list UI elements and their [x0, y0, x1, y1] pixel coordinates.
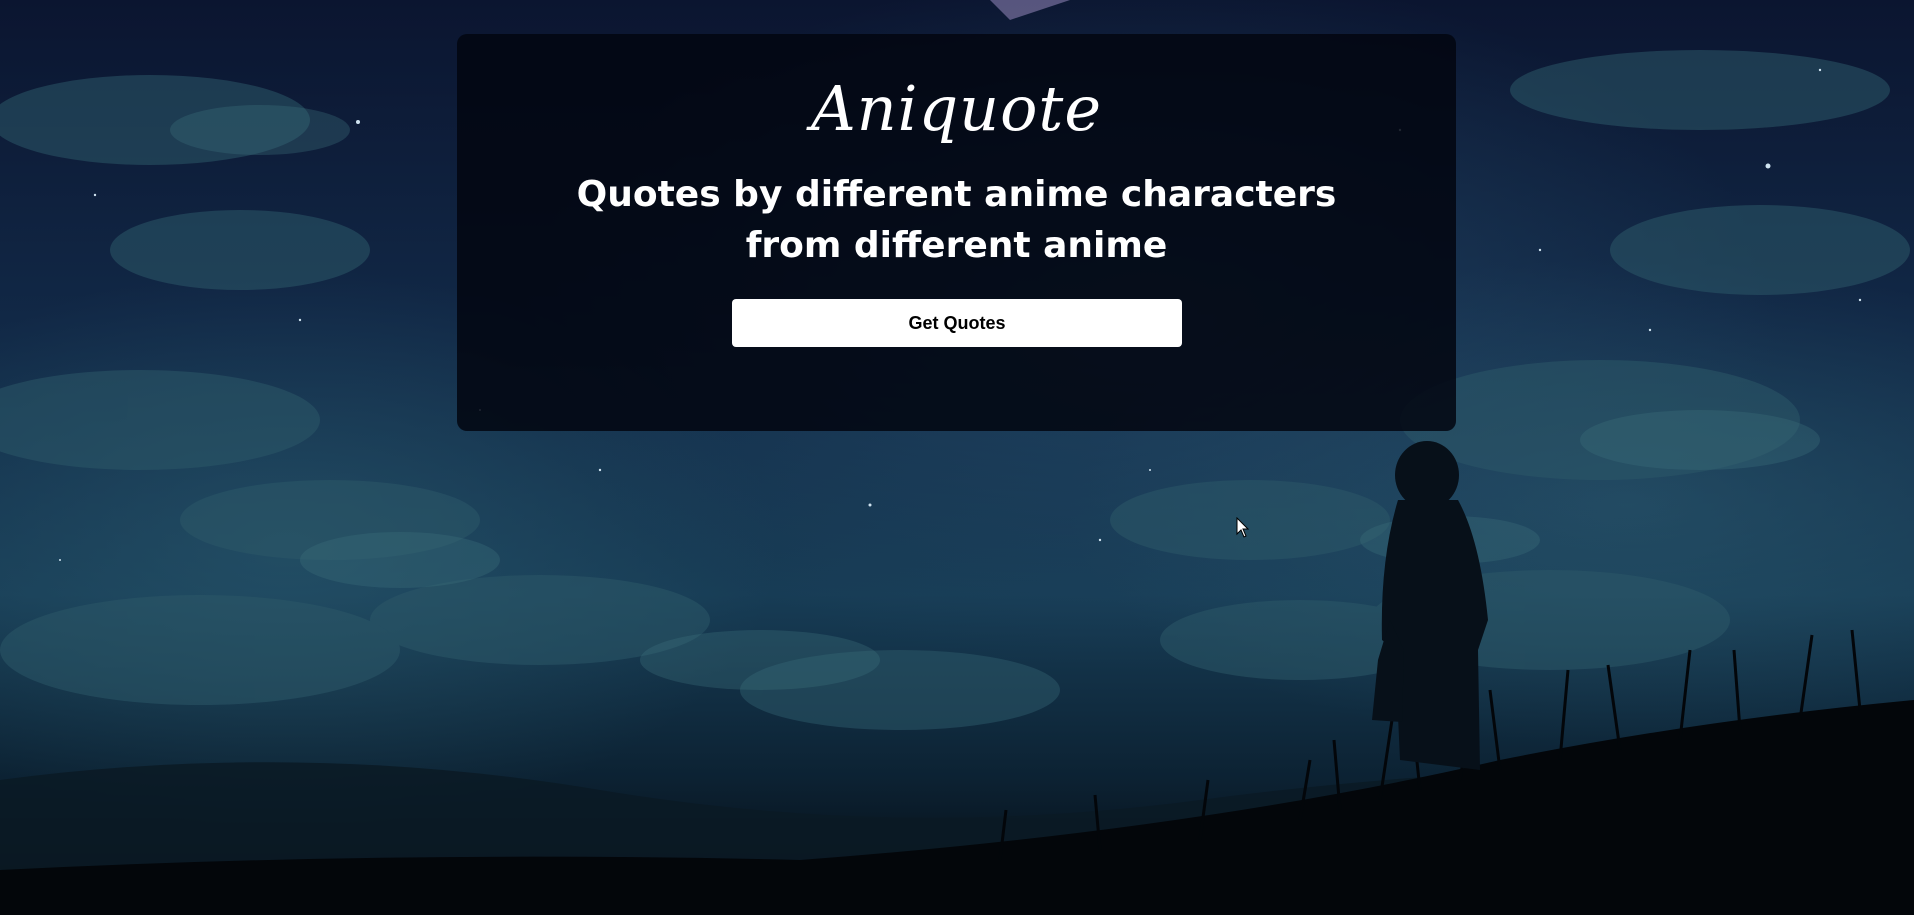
mouse-pointer-icon [1236, 517, 1250, 538]
hero-headline: Quotes by different anime characters fro… [457, 169, 1456, 271]
brand-logo: Aniquote [810, 72, 1103, 145]
get-quotes-button[interactable]: Get Quotes [732, 299, 1182, 347]
headline-line-1: Quotes by different anime characters [576, 174, 1337, 215]
headline-line-2: from different anime [745, 225, 1168, 266]
hero-card: Aniquote Quotes by different anime chara… [457, 34, 1456, 431]
